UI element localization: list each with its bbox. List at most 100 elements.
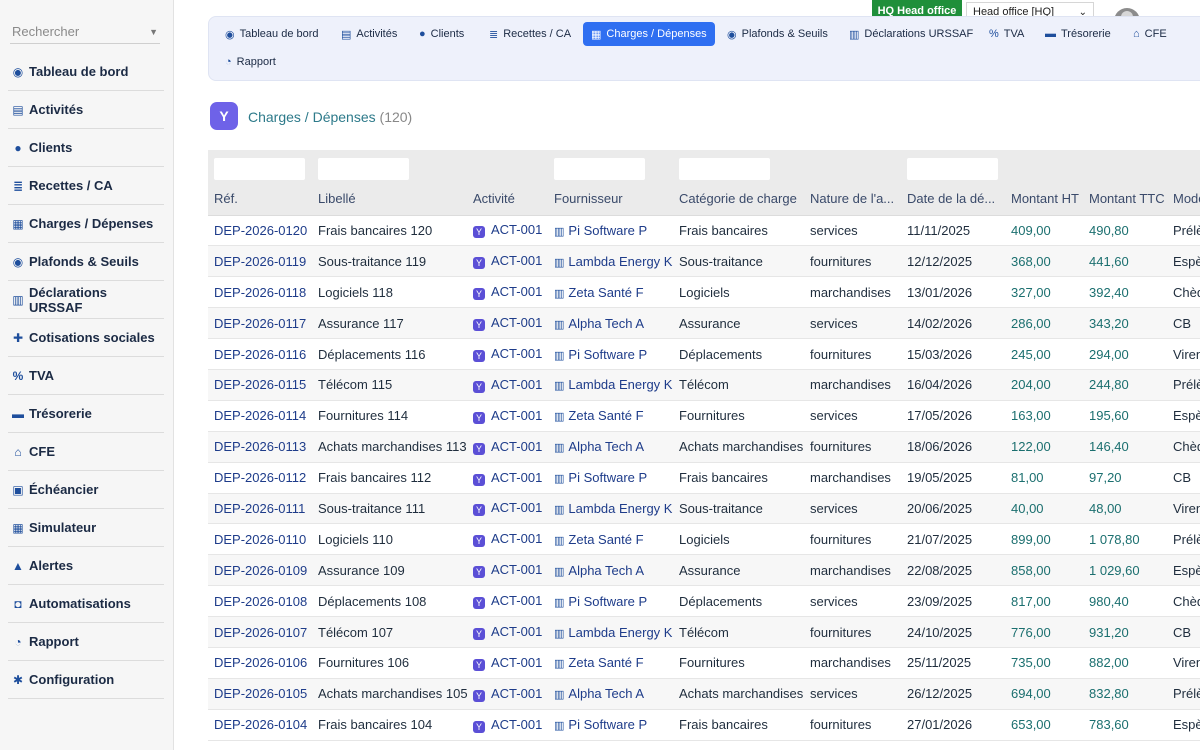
table-row[interactable]: DEP-2026-0108 Déplacements 108 Y ACT-001 ▥ Pi…	[208, 585, 1200, 618]
table-cell[interactable]: Y ACT-001	[467, 276, 548, 309]
table-cell[interactable]: ▥ Pi Software P	[548, 709, 673, 741]
tab-activites[interactable]: ▤ Activités	[333, 22, 405, 46]
table-cell[interactable]: DEP-2026-0110	[208, 523, 312, 556]
table-cell[interactable]: DEP-2026-0112	[208, 462, 312, 494]
table-row[interactable]: DEP-2026-0109 Assurance 109 Y ACT-001 ▥ Alpha…	[208, 554, 1200, 587]
table-row[interactable]: DEP-2026-0115 Télécom 115 Y ACT-001 ▥ Lambda …	[208, 369, 1200, 401]
column-header[interactable]: Nature de l'a...	[804, 182, 901, 216]
table-cell[interactable]: DEP-2026-0107	[208, 616, 312, 648]
table-cell[interactable]: ▥ Zeta Santé F	[548, 276, 673, 309]
table-cell[interactable]: Y ACT-001	[467, 369, 548, 401]
table-cell[interactable]: DEP-2026-0119	[208, 245, 312, 278]
table-row[interactable]: DEP-2026-0117 Assurance 117 Y ACT-001 ▥ Alpha…	[208, 307, 1200, 340]
column-header[interactable]: Fournisseur	[548, 182, 673, 216]
tab-tresorerie[interactable]: ▬ Trésorerie	[1037, 22, 1119, 46]
sidebar-item-tresorerie[interactable]: ▬ Trésorerie	[8, 395, 164, 433]
sidebar-item-alertes[interactable]: ▲ Alertes	[8, 547, 164, 585]
table-cell[interactable]: Y ACT-001	[467, 523, 548, 556]
tab-clients[interactable]: ● Clients	[411, 22, 472, 46]
column-header[interactable]: Date de la dé...	[901, 182, 1005, 216]
column-header[interactable]: Catégorie de charge	[673, 182, 804, 216]
sidebar-item-rapport[interactable]: ◔ Rapport	[8, 623, 164, 661]
sidebar-item-tva[interactable]: % TVA	[8, 357, 164, 395]
sidebar-item-simulateur[interactable]: ▦ Simulateur	[8, 509, 164, 547]
sidebar-item-cotisations-sociales[interactable]: ✚ Cotisations sociales	[8, 319, 164, 357]
column-filter-input[interactable]	[907, 157, 998, 180]
table-cell[interactable]: DEP-2026-0109	[208, 554, 312, 587]
table-cell[interactable]: Y ACT-001	[467, 215, 548, 247]
table-cell[interactable]: ▥ Lambda Energy K	[548, 245, 673, 278]
table-row[interactable]: DEP-2026-0107 Télécom 107 Y ACT-001 ▥ Lambda …	[208, 616, 1200, 648]
tab-plafonds-seuils[interactable]: ◉ Plafonds & Seuils	[719, 22, 836, 46]
table-cell[interactable]: ▥ Zeta Santé F	[548, 523, 673, 556]
table-cell[interactable]: DEP-2026-0118	[208, 276, 312, 309]
table-cell[interactable]: Y ACT-001	[467, 307, 548, 340]
table-row[interactable]: DEP-2026-0111 Sous-traitance 111 Y ACT-001 ▥…	[208, 493, 1200, 525]
table-cell[interactable]: ▥ Lambda Energy K	[548, 369, 673, 401]
table-cell[interactable]: DEP-2026-0113	[208, 431, 312, 463]
table-cell[interactable]: DEP-2026-0116	[208, 338, 312, 370]
column-header[interactable]: Activité	[467, 182, 548, 216]
table-cell[interactable]: Y ACT-001	[467, 338, 548, 370]
column-header[interactable]: Montant HT	[1005, 182, 1083, 216]
column-filter-input[interactable]	[318, 157, 409, 180]
table-cell[interactable]: DEP-2026-0115	[208, 369, 312, 401]
table-cell[interactable]: ▥ Pi Software P	[548, 338, 673, 370]
sidebar-item-tableau-de-bord[interactable]: ◉ Tableau de bord	[8, 53, 164, 91]
table-cell[interactable]: Y ACT-001	[467, 245, 548, 278]
table-cell[interactable]: Y ACT-001	[467, 616, 548, 648]
table-row[interactable]: DEP-2026-0118 Logiciels 118 Y ACT-001 ▥ Zeta …	[208, 276, 1200, 309]
table-row[interactable]: DEP-2026-0120 Frais bancaires 120 Y ACT-001…	[208, 215, 1200, 247]
table-cell[interactable]: DEP-2026-0120	[208, 215, 312, 247]
table-cell[interactable]: Y ACT-001	[467, 554, 548, 587]
table-cell[interactable]: Y ACT-001	[467, 431, 548, 463]
tab-charges-depenses[interactable]: ▦ Charges / Dépenses	[583, 22, 715, 46]
tab-tva[interactable]: % TVA	[981, 22, 1032, 46]
column-header[interactable]: Mode	[1167, 182, 1200, 216]
sidebar-item-declarations-urssaf[interactable]: ▥ Déclarations URSSAF	[8, 281, 164, 319]
table-cell[interactable]: Y ACT-001	[467, 493, 548, 525]
sidebar-item-recettes-ca[interactable]: ≣ Recettes / CA	[8, 167, 164, 205]
sidebar-item-activites[interactable]: ▤ Activités	[8, 91, 164, 129]
tab-rapport[interactable]: ◔ Rapport	[217, 50, 284, 74]
table-cell[interactable]: ▥ Lambda Energy K	[548, 616, 673, 648]
column-filter-input[interactable]	[214, 157, 305, 180]
table-cell[interactable]: Y ACT-001	[467, 585, 548, 618]
table-cell[interactable]: ▥ Alpha Tech A	[548, 431, 673, 463]
table-cell[interactable]: Y ACT-001	[467, 400, 548, 432]
column-filter-input[interactable]	[554, 157, 645, 180]
sidebar-item-cfe[interactable]: ⌂ CFE	[8, 433, 164, 471]
sidebar-item-configuration[interactable]: ✱ Configuration	[8, 661, 164, 699]
table-row[interactable]: DEP-2026-0119 Sous-traitance 119 Y ACT-001 ▥…	[208, 245, 1200, 278]
table-cell[interactable]: ▥ Alpha Tech A	[548, 554, 673, 587]
table-cell[interactable]: DEP-2026-0111	[208, 493, 312, 525]
table-cell[interactable]: ▥ Alpha Tech A	[548, 307, 673, 340]
table-cell[interactable]: ▥ Pi Software P	[548, 462, 673, 494]
table-cell[interactable]: ▥ Alpha Tech A	[548, 678, 673, 710]
table-cell[interactable]: ▥ Lambda Energy K	[548, 493, 673, 525]
tab-recettes-ca[interactable]: ≣ Recettes / CA	[481, 22, 579, 46]
table-cell[interactable]: Y ACT-001	[467, 709, 548, 741]
table-cell[interactable]: ▥ Zeta Santé F	[548, 400, 673, 432]
tab-cfe[interactable]: ⌂ CFE	[1125, 22, 1175, 46]
sidebar-item-automatisations[interactable]: ◘ Automatisations	[8, 585, 164, 623]
table-cell[interactable]: DEP-2026-0114	[208, 400, 312, 432]
table-cell[interactable]: ▥ Pi Software P	[548, 585, 673, 618]
table-row[interactable]: DEP-2026-0104 Frais bancaires 104 Y ACT-001…	[208, 709, 1200, 741]
table-cell[interactable]: DEP-2026-0104	[208, 709, 312, 741]
column-header[interactable]: Réf.	[208, 182, 312, 216]
table-row[interactable]: DEP-2026-0105 Achats marchandises 105 Y ACT…	[208, 678, 1200, 710]
table-cell[interactable]: DEP-2026-0105	[208, 678, 312, 710]
sidebar-item-plafonds-seuils[interactable]: ◉ Plafonds & Seuils	[8, 243, 164, 281]
table-row[interactable]: DEP-2026-0116 Déplacements 116 Y ACT-001 ▥ Pi…	[208, 338, 1200, 370]
table-row[interactable]: DEP-2026-0114 Fournitures 114 Y ACT-001 ▥ Zet…	[208, 400, 1200, 432]
table-cell[interactable]: DEP-2026-0106	[208, 647, 312, 679]
table-cell[interactable]: Y ACT-001	[467, 678, 548, 710]
sidebar-item-charges-depenses[interactable]: ▦ Charges / Dépenses	[8, 205, 164, 243]
tab-declarations-urssaf[interactable]: ▥ Déclarations URSSAF	[841, 22, 981, 46]
table-cell[interactable]: Y ACT-001	[467, 647, 548, 679]
sidebar-item-echeancier[interactable]: ▣ Échéancier	[8, 471, 164, 509]
table-cell[interactable]: Y ACT-001	[467, 462, 548, 494]
table-row[interactable]: DEP-2026-0113 Achats marchandises 113 Y ACT…	[208, 431, 1200, 463]
tab-tableau-de-bord[interactable]: ◉ Tableau de bord	[217, 22, 327, 46]
